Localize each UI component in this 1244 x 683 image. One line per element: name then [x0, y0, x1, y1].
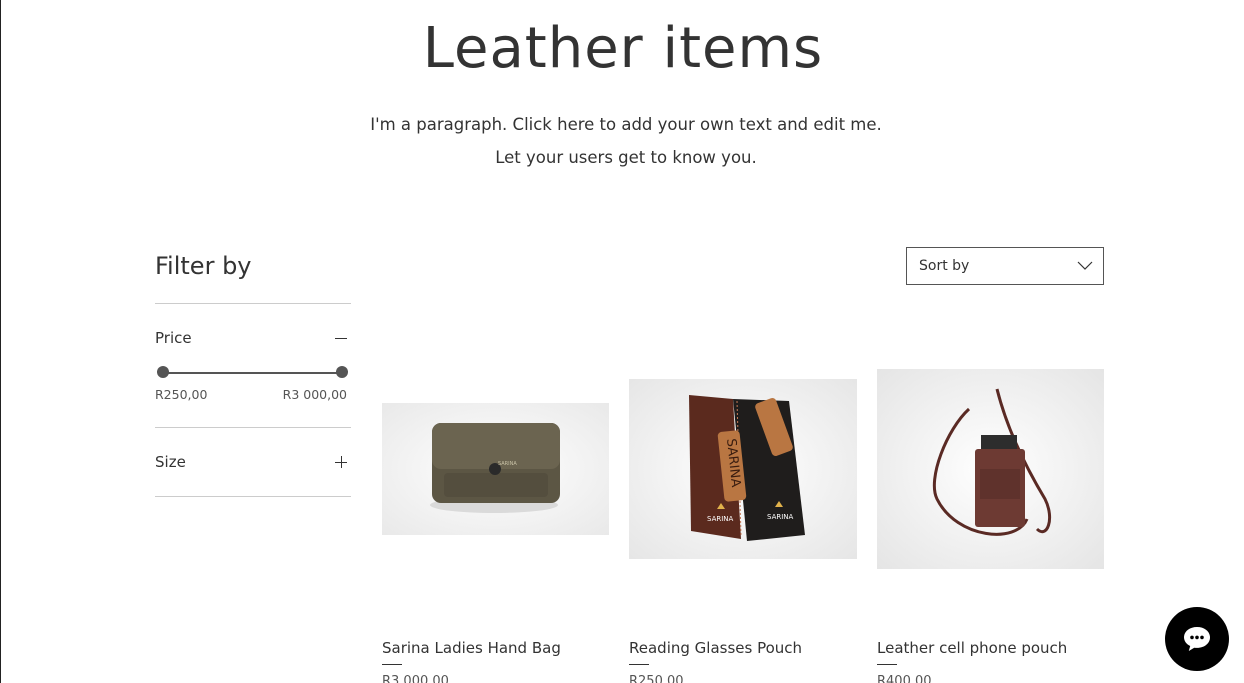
product-price-hand-bag: R3 000,00 — [382, 674, 449, 683]
filter-divider — [155, 427, 351, 428]
hero-paragraph-line-1: I'm a paragraph. Click here to add your … — [370, 115, 882, 134]
price-slider-min-handle[interactable] — [157, 366, 169, 378]
product-price-glasses-pouch: R250,00 — [629, 674, 684, 683]
chevron-down-icon — [1077, 261, 1093, 270]
sort-label: Sort by — [919, 258, 970, 274]
product-price-phone-pouch: R400,00 — [877, 674, 932, 683]
product-image-hand-bag[interactable]: SARINA — [382, 403, 609, 535]
product-divider — [629, 664, 649, 665]
svg-text:SARINA: SARINA — [707, 515, 734, 523]
price-min-value: R250,00 — [155, 387, 208, 402]
product-divider — [877, 664, 897, 665]
product-image-phone-pouch[interactable] — [877, 369, 1104, 569]
price-max-value: R3 000,00 — [282, 387, 347, 402]
price-filter-toggle[interactable]: Price — [155, 326, 351, 350]
filter-title: Filter by — [155, 252, 252, 280]
price-slider-max-handle[interactable] — [336, 366, 348, 378]
chat-bubble-icon — [1184, 627, 1210, 651]
product-name-glasses-pouch[interactable]: Reading Glasses Pouch — [629, 639, 802, 657]
plus-icon — [335, 456, 347, 468]
size-filter-toggle[interactable]: Size — [155, 450, 351, 474]
product-name-hand-bag[interactable]: Sarina Ladies Hand Bag — [382, 639, 561, 657]
hero-paragraph-line-2: Let your users get to know you. — [495, 148, 757, 167]
chat-button[interactable] — [1165, 607, 1229, 671]
filter-divider — [155, 303, 351, 304]
price-filter-label: Price — [155, 329, 192, 347]
svg-text:SARINA: SARINA — [767, 513, 794, 521]
sort-dropdown[interactable]: Sort by — [906, 247, 1104, 285]
price-slider-track[interactable] — [162, 372, 342, 374]
size-filter-label: Size — [155, 453, 186, 471]
product-image-glasses-pouch[interactable]: SARINA SARINA SARINA — [629, 379, 857, 559]
page-title: Leather items — [422, 16, 824, 81]
page: Leather items I'm a paragraph. Click her… — [0, 0, 1244, 683]
product-name-phone-pouch[interactable]: Leather cell phone pouch — [877, 639, 1067, 657]
price-slider-range — [162, 372, 342, 374]
svg-text:SARINA: SARINA — [498, 461, 517, 467]
minus-icon — [335, 337, 347, 339]
filter-divider — [155, 496, 351, 497]
product-divider — [382, 664, 402, 665]
